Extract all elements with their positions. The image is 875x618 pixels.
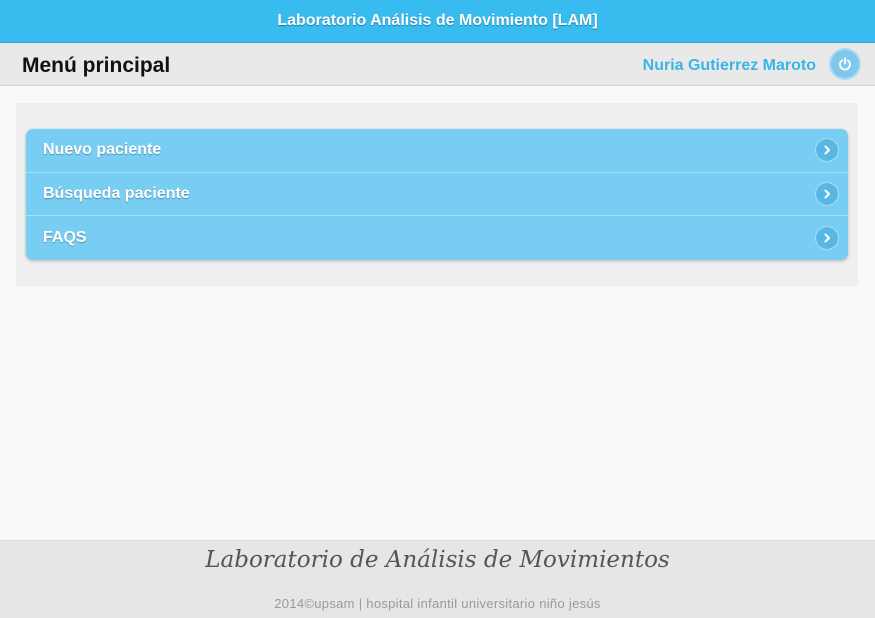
- app-title-bar: Laboratorio Análisis de Movimiento [LAM]: [0, 0, 875, 43]
- chevron-right-icon: [816, 139, 838, 162]
- footer-brand: Laboratorio de Análisis de Movimientos: [205, 547, 670, 573]
- logout-button[interactable]: [831, 50, 859, 78]
- chevron-right-icon: [816, 182, 838, 205]
- power-icon: [839, 57, 851, 71]
- menu-item-label: FAQS: [43, 228, 87, 246]
- footer: Laboratorio de Análisis de Movimientos 2…: [0, 540, 875, 618]
- main-menu: Nuevo paciente Búsqueda paciente FAQS: [26, 129, 848, 260]
- menu-item-nuevo-paciente[interactable]: Nuevo paciente: [26, 129, 848, 173]
- main-panel: Nuevo paciente Búsqueda paciente FAQS: [16, 103, 858, 286]
- user-name[interactable]: Nuria Gutierrez Maroto: [643, 57, 816, 75]
- menu-item-label: Nuevo paciente: [43, 141, 162, 159]
- menu-item-busqueda-paciente[interactable]: Búsqueda paciente: [26, 173, 848, 216]
- footer-copyright: 2014©upsam | hospital infantil universit…: [274, 596, 601, 611]
- page-header: Menú principal Nuria Gutierrez Maroto: [0, 43, 875, 86]
- menu-item-faqs[interactable]: FAQS: [26, 216, 848, 260]
- page-title: Menú principal: [22, 54, 171, 77]
- chevron-right-icon: [816, 226, 838, 249]
- menu-item-label: Búsqueda paciente: [43, 184, 190, 202]
- app-title: Laboratorio Análisis de Movimiento [LAM]: [277, 12, 598, 29]
